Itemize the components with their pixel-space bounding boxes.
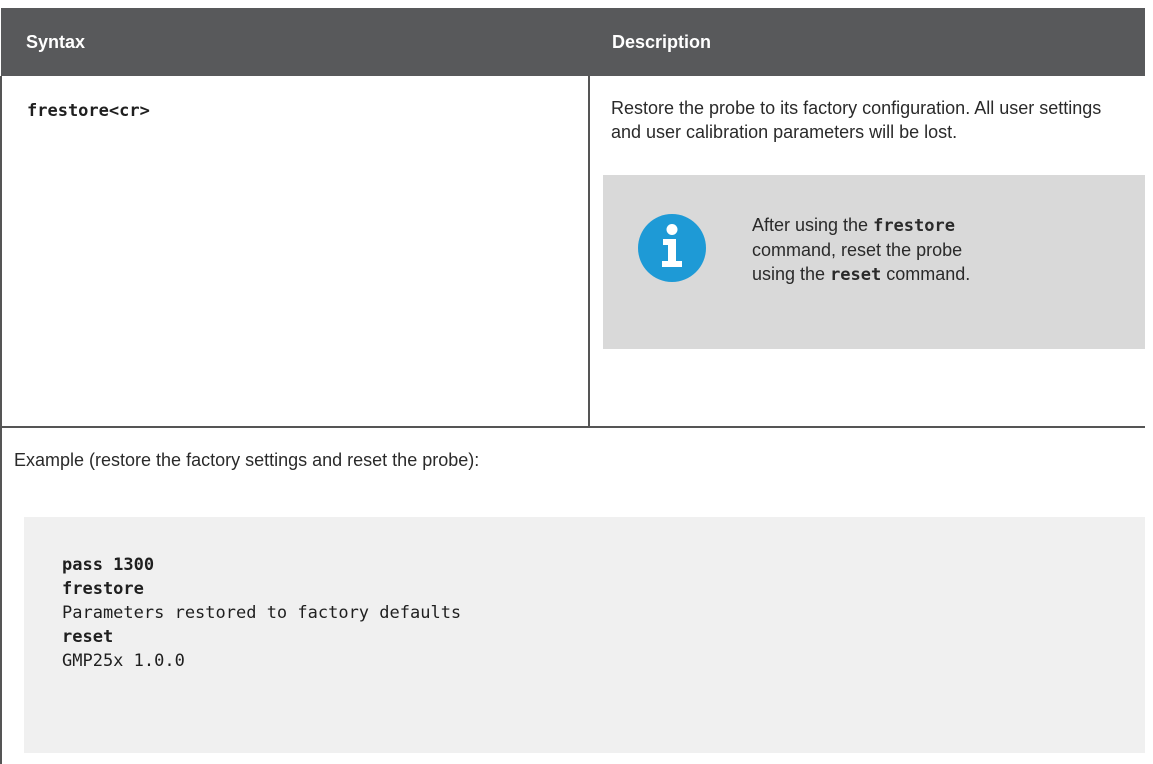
code-example-block: pass 1300 frestore Parameters restored to … — [24, 517, 1145, 753]
code-line: reset — [62, 627, 114, 647]
table-header-row: Syntax Description — [1, 8, 1145, 76]
code-lines: pass 1300 frestore Parameters restored to … — [62, 553, 461, 673]
syntax-cell: frestore<cr> — [0, 76, 590, 428]
code-line: Parameters restored to factory defaults — [62, 603, 462, 623]
code-line: frestore — [62, 579, 144, 599]
note-command-reset: reset — [830, 265, 882, 285]
command-reference-page: Syntax Description frestore<cr> Restore … — [0, 0, 1153, 764]
description-cell: Restore the probe to its factory configu… — [589, 76, 1145, 428]
info-icon — [638, 214, 706, 282]
description-text: Restore the probe to its factory configu… — [611, 98, 1102, 142]
syntax-command: frestore<cr> — [27, 101, 150, 121]
description-column-header: Description — [589, 8, 1145, 76]
note-text-part: After using the — [752, 215, 874, 235]
example-label: Example (restore the factory settings an… — [14, 450, 480, 470]
note-box: After using the frestore command, reset … — [603, 175, 1145, 349]
note-text: After using the frestore command, reset … — [752, 213, 992, 287]
code-line: pass 1300 — [62, 555, 155, 575]
table-row: frestore<cr> Restore the probe to its fa… — [0, 76, 1145, 428]
note-text-part: command. — [881, 264, 971, 284]
syntax-column-header: Syntax — [1, 8, 589, 76]
note-command-frestore: frestore — [873, 216, 955, 236]
code-line: GMP25x 1.0.0 — [62, 651, 185, 671]
